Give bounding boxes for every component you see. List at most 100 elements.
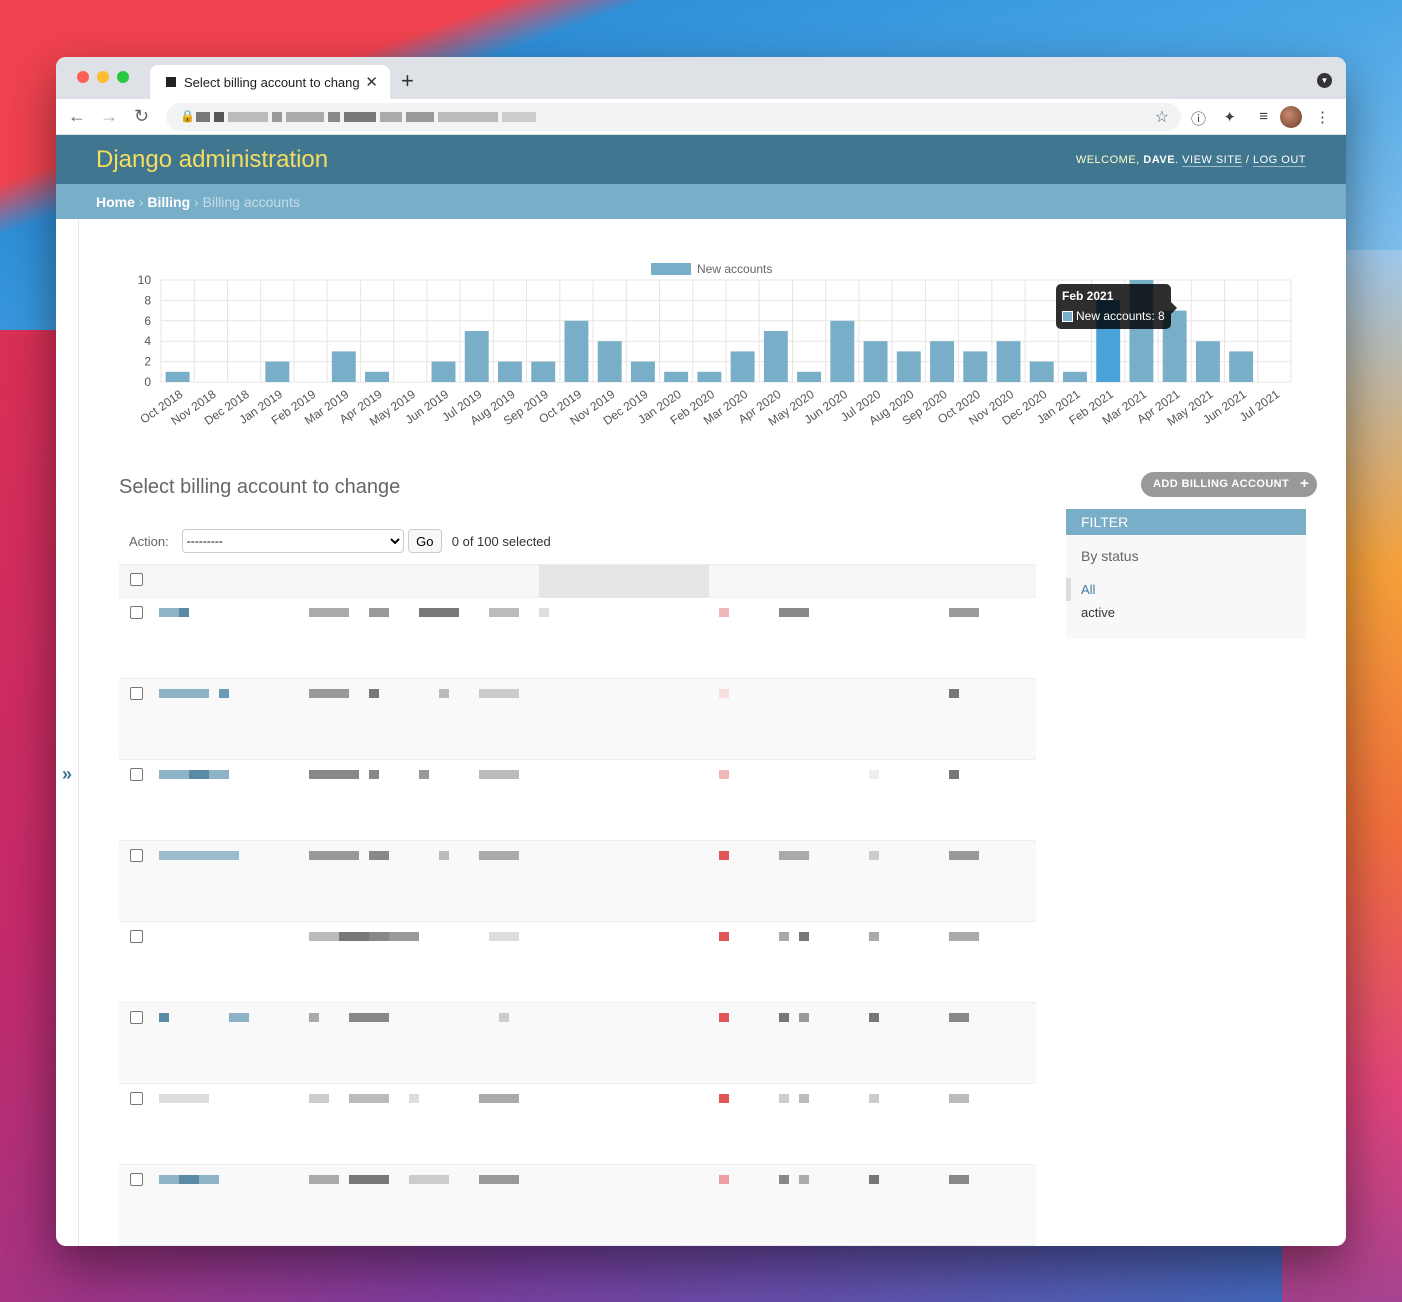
- chart-bar[interactable]: [896, 351, 921, 382]
- new-tab-button[interactable]: +: [401, 68, 414, 94]
- go-button[interactable]: Go: [407, 529, 442, 553]
- row-checkbox[interactable]: [130, 930, 143, 943]
- redacted-cell: [369, 932, 389, 941]
- reload-icon[interactable]: ↻: [134, 106, 149, 127]
- plus-icon: +: [1299, 475, 1310, 492]
- chart-bar[interactable]: [464, 331, 489, 382]
- redacted-cell[interactable]: [159, 608, 179, 617]
- view-site-link[interactable]: VIEW SITE: [1182, 153, 1243, 167]
- chart-bar[interactable]: [498, 361, 522, 382]
- table-row[interactable]: [119, 1165, 1036, 1246]
- legend-swatch: [651, 263, 691, 275]
- minimize-window-button[interactable]: [97, 71, 109, 83]
- row-checkbox[interactable]: [130, 687, 143, 700]
- chart-bar[interactable]: [1029, 361, 1054, 382]
- select-all-checkbox[interactable]: [130, 573, 143, 586]
- media-queue-icon[interactable]: ≡: [1259, 108, 1268, 125]
- sorted-column-header[interactable]: [539, 565, 709, 598]
- filter-option-active[interactable]: active: [1066, 601, 1306, 624]
- chart-bar[interactable]: [963, 351, 988, 382]
- table-row[interactable]: [119, 679, 1036, 760]
- chart-bar[interactable]: [730, 351, 755, 382]
- table-header: [119, 564, 1036, 598]
- redacted-cell[interactable]: [159, 1013, 169, 1022]
- table-row[interactable]: [119, 922, 1036, 1003]
- row-checkbox[interactable]: [130, 1173, 143, 1186]
- row-checkbox[interactable]: [130, 1011, 143, 1024]
- chart-bar[interactable]: [1063, 371, 1087, 382]
- nav-sidebar-toggle[interactable]: »: [62, 764, 72, 785]
- tab-search-icon[interactable]: ▼: [1317, 73, 1332, 88]
- y-tick-label: 4: [144, 334, 151, 348]
- chart-bar[interactable]: [165, 371, 190, 382]
- browser-tab[interactable]: Select billing account to change ✕: [150, 65, 390, 99]
- chart-bar[interactable]: [630, 361, 655, 382]
- redacted-cell: [369, 689, 379, 698]
- table-row[interactable]: [119, 760, 1036, 841]
- redacted-cell[interactable]: [179, 608, 189, 617]
- bookmark-star-icon[interactable]: ☆: [1155, 107, 1169, 127]
- breadcrumb: Home › Billing › Billing accounts: [56, 184, 1346, 219]
- chart-bar[interactable]: [531, 361, 556, 382]
- chart-legend[interactable]: New accounts: [651, 262, 772, 276]
- table-row[interactable]: [119, 841, 1036, 922]
- site-brand[interactable]: Django administration: [96, 146, 328, 174]
- table-row[interactable]: [119, 1084, 1036, 1165]
- forward-arrow-icon[interactable]: →: [100, 106, 118, 127]
- redacted-cell[interactable]: [159, 851, 239, 860]
- breadcrumb-billing[interactable]: Billing: [147, 194, 190, 210]
- table-row[interactable]: [119, 1003, 1036, 1084]
- table-row[interactable]: [119, 598, 1036, 679]
- back-arrow-icon[interactable]: ←: [68, 106, 86, 127]
- redacted-cell: [479, 1094, 519, 1103]
- redacted-cell: [779, 851, 809, 860]
- redacted-cell[interactable]: [189, 770, 209, 779]
- chart-bar[interactable]: [930, 341, 954, 382]
- row-checkbox[interactable]: [130, 849, 143, 862]
- chart-bar[interactable]: [996, 341, 1021, 382]
- profile-avatar[interactable]: [1280, 106, 1302, 128]
- redacted-cell: [719, 932, 729, 941]
- redacted-cell: [779, 1013, 789, 1022]
- redacted-cell: [439, 851, 449, 860]
- row-checkbox[interactable]: [130, 1092, 143, 1105]
- redacted-cell: [719, 1175, 729, 1184]
- browser-menu-icon[interactable]: ⋮: [1315, 108, 1330, 126]
- maximize-window-button[interactable]: [117, 71, 129, 83]
- chart-bar[interactable]: [763, 331, 788, 382]
- chart-bar[interactable]: [331, 351, 356, 382]
- redacted-cell: [409, 1175, 449, 1184]
- tab-close-icon[interactable]: ✕: [365, 73, 378, 91]
- chart-bar[interactable]: [1229, 351, 1254, 382]
- breadcrumb-home[interactable]: Home: [96, 194, 135, 210]
- chart-bar[interactable]: [597, 341, 622, 382]
- chart-bar[interactable]: [1195, 341, 1220, 382]
- redacted-cell[interactable]: [179, 1175, 199, 1184]
- redacted-cell: [309, 851, 359, 860]
- chart-bar[interactable]: [830, 320, 855, 382]
- chart-bar[interactable]: [564, 320, 589, 382]
- redacted-cell[interactable]: [159, 1094, 209, 1103]
- chart-bar[interactable]: [265, 361, 290, 382]
- chart-bar[interactable]: [697, 371, 722, 382]
- logout-link[interactable]: LOG OUT: [1252, 153, 1306, 167]
- address-bar[interactable]: 🔒 ☆: [166, 103, 1181, 131]
- content-area: » New accounts 10 8 6 4 2 0 Oct 2018 Nov 2018 De…: [56, 219, 1346, 1246]
- close-window-button[interactable]: [77, 71, 89, 83]
- extensions-puzzle-icon[interactable]: ✦: [1223, 108, 1236, 126]
- chart-bar[interactable]: [664, 371, 689, 382]
- action-select[interactable]: ---------: [181, 529, 404, 553]
- filter-option-all[interactable]: All: [1066, 578, 1306, 601]
- redacted-cell[interactable]: [159, 689, 209, 698]
- redacted-cell[interactable]: [229, 1013, 249, 1022]
- chart-bar[interactable]: [863, 341, 888, 382]
- filter-options: All active: [1066, 578, 1306, 624]
- password-icon[interactable]: ⓘ: [1191, 108, 1206, 129]
- redacted-cell[interactable]: [219, 689, 229, 698]
- row-checkbox[interactable]: [130, 768, 143, 781]
- chart-bar[interactable]: [365, 371, 389, 382]
- chart-bar[interactable]: [431, 361, 456, 382]
- chart-bar[interactable]: [797, 371, 822, 382]
- row-checkbox[interactable]: [130, 606, 143, 619]
- add-billing-account-button[interactable]: ADD BILLING ACCOUNT +: [1141, 472, 1318, 497]
